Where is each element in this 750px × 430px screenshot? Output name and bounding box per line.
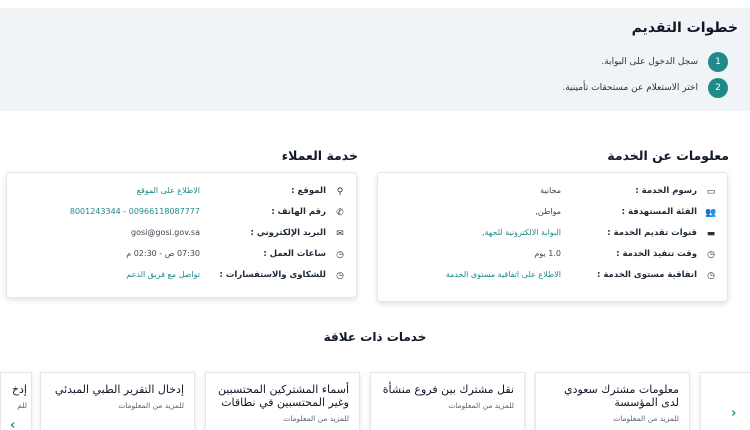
- mail-icon: ✉: [336, 229, 344, 239]
- info-value: مواطن,: [535, 207, 561, 216]
- customer-service-card: ⚲ الموقع : الاطلاع على الموقع ✆ رقم الها…: [6, 172, 357, 298]
- clock-icon: ◷: [707, 250, 715, 260]
- clock-icon: ◷: [707, 271, 715, 281]
- carousel-prev-arrow[interactable]: ‹: [10, 418, 15, 430]
- info-row-hours: ◷ ساعات العمل : 07:30 ص - 02:30 م: [7, 248, 356, 266]
- info-label: رسوم الخدمة :: [635, 186, 697, 196]
- application-steps: خطوات التقديم 1 سجل الدخول على البوابة. …: [0, 8, 750, 111]
- info-value: مجانية: [540, 186, 561, 195]
- info-row-location: ⚲ الموقع : الاطلاع على الموقع: [7, 185, 356, 203]
- info-row-complaints: ◷ للشكاوى والاستفسارات : تواصل مع فريق ا…: [7, 269, 356, 287]
- related-service-card[interactable]: معلومات مشترك سعودي لدى المؤسسة للمزيد م…: [535, 372, 690, 430]
- carousel-next-arrow[interactable]: ›: [731, 406, 736, 421]
- hours-value: 07:30 ص - 02:30 م: [126, 249, 200, 258]
- related-service-title: نقل مشترك بين فروع منشأة: [382, 383, 514, 396]
- info-row-target: 👥 الفئة المستهدفة : مواطن,: [378, 206, 727, 224]
- step-number-badge: 2: [708, 78, 728, 98]
- users-icon: 👥: [705, 208, 717, 218]
- related-service-title: إدخال التقرير الطبي المبدئي: [54, 383, 184, 396]
- step-item: 2 اختر الاستعلام عن مستحقات تأمينية.: [562, 78, 728, 98]
- info-value: 1.0 يوم: [534, 249, 561, 258]
- info-label: الفئة المستهدفة :: [621, 207, 697, 217]
- info-label: رقم الهاتف :: [271, 207, 326, 217]
- service-info-card: ▭ رسوم الخدمة : مجانية 👥 الفئة المستهدفة…: [377, 172, 728, 302]
- monitor-icon: ▬: [706, 229, 716, 239]
- related-service-title: أسماء المشتركين المحتسبين وغير المحتسبين…: [217, 383, 349, 409]
- step-item: 1 سجل الدخول على البوابة.: [601, 52, 728, 72]
- info-row-time: ◷ وقت تنفيذ الخدمة : 1.0 يوم: [378, 248, 727, 266]
- clock-icon: ◷: [336, 271, 344, 281]
- more-info-link[interactable]: للمزيد من المعلومات: [216, 414, 349, 423]
- location-icon: ⚲: [336, 187, 344, 197]
- info-row-sla: ◷ اتفاقية مستوى الخدمة : الاطلاع على اتف…: [378, 269, 727, 287]
- related-service-card[interactable]: أسماء المشتركين المحتسبين وغير المحتسبين…: [205, 372, 360, 430]
- info-label: قنوات تقديم الخدمة :: [607, 228, 697, 238]
- info-label: وقت تنفيذ الخدمة :: [616, 249, 697, 259]
- info-row-email: ✉ البريد الإلكتروني : gosi@gosi.gov.sa: [7, 227, 356, 245]
- related-services-title: خدمات ذات علاقة: [323, 330, 427, 344]
- phone-icon: ✆: [336, 208, 344, 218]
- step-text: اختر الاستعلام عن مستحقات تأمينية.: [562, 83, 698, 93]
- step-number-badge: 1: [708, 52, 728, 72]
- info-label: الموقع :: [291, 186, 326, 196]
- related-service-card[interactable]: نقل مشترك بين فروع منشأة للمزيد من المعل…: [370, 372, 525, 430]
- email-value[interactable]: gosi@gosi.gov.sa: [131, 228, 200, 237]
- info-label: ساعات العمل :: [263, 249, 326, 259]
- info-row-phone: ✆ رقم الهاتف : 8001243344 - 009661180877…: [7, 206, 356, 224]
- related-service-title: معلومات مشترك سعودي لدى المؤسسة: [564, 383, 679, 409]
- step-text: سجل الدخول على البوابة.: [601, 57, 698, 67]
- customer-service-title: خدمة العملاء: [281, 148, 358, 163]
- info-row-channels: ▬ قنوات تقديم الخدمة : البوابة الالكترون…: [378, 227, 727, 245]
- more-info-link[interactable]: للمزيد من المعلومات: [546, 414, 679, 423]
- related-service-title: إدخ: [11, 383, 27, 396]
- support-link[interactable]: تواصل مع فريق الدعم: [126, 270, 200, 279]
- more-info-link[interactable]: للمزيد من المعلومات: [381, 401, 514, 410]
- more-info-link[interactable]: للم: [11, 401, 27, 410]
- more-info-link[interactable]: للمزيد من المعلومات: [51, 401, 184, 410]
- phone-link[interactable]: 8001243344 - 00966118087777: [70, 207, 200, 216]
- service-info-title: معلومات عن الخدمة: [607, 148, 729, 163]
- info-row-fees: ▭ رسوم الخدمة : مجانية: [378, 185, 727, 203]
- sla-link[interactable]: الاطلاع على اتفاقية مستوى الخدمة: [446, 270, 561, 279]
- clock-icon: ◷: [336, 250, 344, 260]
- related-service-card[interactable]: إدخال التقرير الطبي المبدئي للمزيد من ال…: [40, 372, 195, 430]
- info-label: اتفاقية مستوى الخدمة :: [597, 270, 697, 280]
- related-service-card[interactable]: إدخ للم: [0, 372, 32, 430]
- related-service-card-partial[interactable]: [700, 372, 750, 430]
- card-icon: ▭: [706, 187, 716, 197]
- info-label: للشكاوى والاستفسارات :: [219, 270, 327, 280]
- steps-title: خطوات التقديم: [631, 20, 738, 36]
- channels-link[interactable]: البوابة الالكترونية للجهة,: [482, 228, 561, 237]
- location-link[interactable]: الاطلاع على الموقع: [137, 186, 200, 195]
- info-label: البريد الإلكتروني :: [250, 228, 327, 238]
